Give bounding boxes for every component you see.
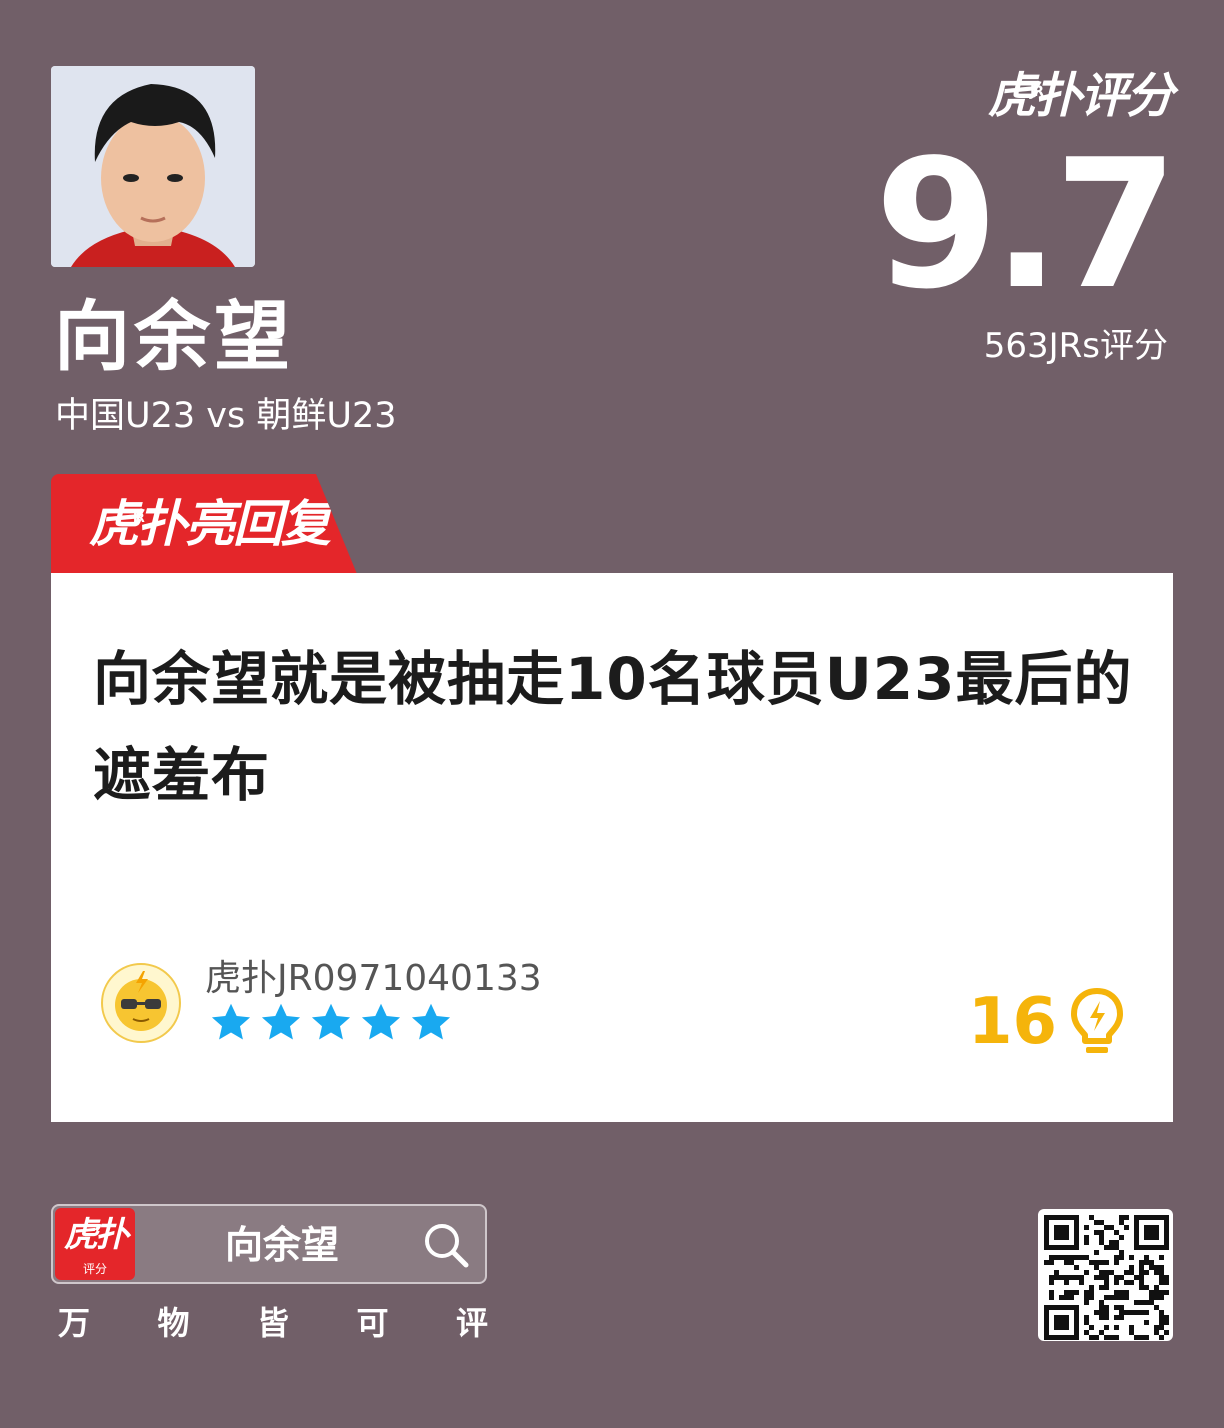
app-icon-sub: 评分: [82, 1262, 107, 1276]
search-query[interactable]: 向余望: [225, 1222, 339, 1268]
slogan-char: 可: [356, 1304, 389, 1342]
player-name: 向余望: [54, 292, 294, 381]
rating-count: 563JRs评分: [983, 326, 1168, 366]
slogan-char: 物: [157, 1304, 190, 1342]
hot-reply-tag: 虎扑亮回复 JR: [51, 474, 357, 574]
comment-text: 向余望就是被抽走10名球员U23最后的遮羞布: [93, 645, 1133, 809]
user-name[interactable]: 虎扑JR0971040133: [205, 957, 542, 1001]
star-icon: [411, 1003, 451, 1040]
hupu-app-icon: 虎扑 评分: [55, 1208, 135, 1280]
comment-card: 向余望就是被抽走10名球员U23最后的遮羞布 虎扑JR0971040133 16: [51, 573, 1173, 1122]
lightbulb-icon[interactable]: [1069, 987, 1125, 1057]
qr-code[interactable]: [1038, 1209, 1173, 1341]
match-info: 中国U23 vs 朝鲜U23: [55, 396, 397, 436]
star-icon: [211, 1003, 251, 1040]
slogan-char: 评: [455, 1304, 488, 1342]
user-rating-stars: [209, 1001, 453, 1045]
sunglasses-avatar-icon: [115, 971, 167, 1031]
user-avatar[interactable]: [101, 963, 181, 1043]
search-bar[interactable]: 虎扑 评分 向余望: [51, 1204, 487, 1284]
player-avatar: [51, 66, 255, 267]
app-icon-title: 虎扑: [64, 1215, 129, 1255]
slogan: 万 物 皆 可 评: [58, 1300, 488, 1346]
star-icon: [311, 1003, 351, 1040]
rating-score: 9.7: [874, 121, 1178, 328]
brand-logo-text: 虎扑评分: [987, 68, 1174, 124]
star-icon: [261, 1003, 301, 1040]
player-portrait-icon: [51, 66, 255, 267]
like-counter[interactable]: 16: [968, 987, 1125, 1057]
like-count: 16: [967, 985, 1057, 1059]
hot-reply-tag-label: 虎扑亮回复 JR: [89, 495, 331, 553]
brand-logo-mark: JR: [1029, 84, 1044, 100]
slogan-char: 皆: [256, 1304, 289, 1342]
star-icon: [361, 1003, 401, 1040]
qr-code-icon: [1044, 1215, 1169, 1340]
hot-reply-tag-mark: JR: [133, 511, 145, 525]
slogan-char: 万: [58, 1304, 91, 1342]
hot-reply-tag-text: 虎扑亮回复: [89, 495, 331, 553]
brand-logo: 虎扑评分 JR: [987, 66, 1174, 126]
search-icon[interactable]: [423, 1222, 469, 1268]
